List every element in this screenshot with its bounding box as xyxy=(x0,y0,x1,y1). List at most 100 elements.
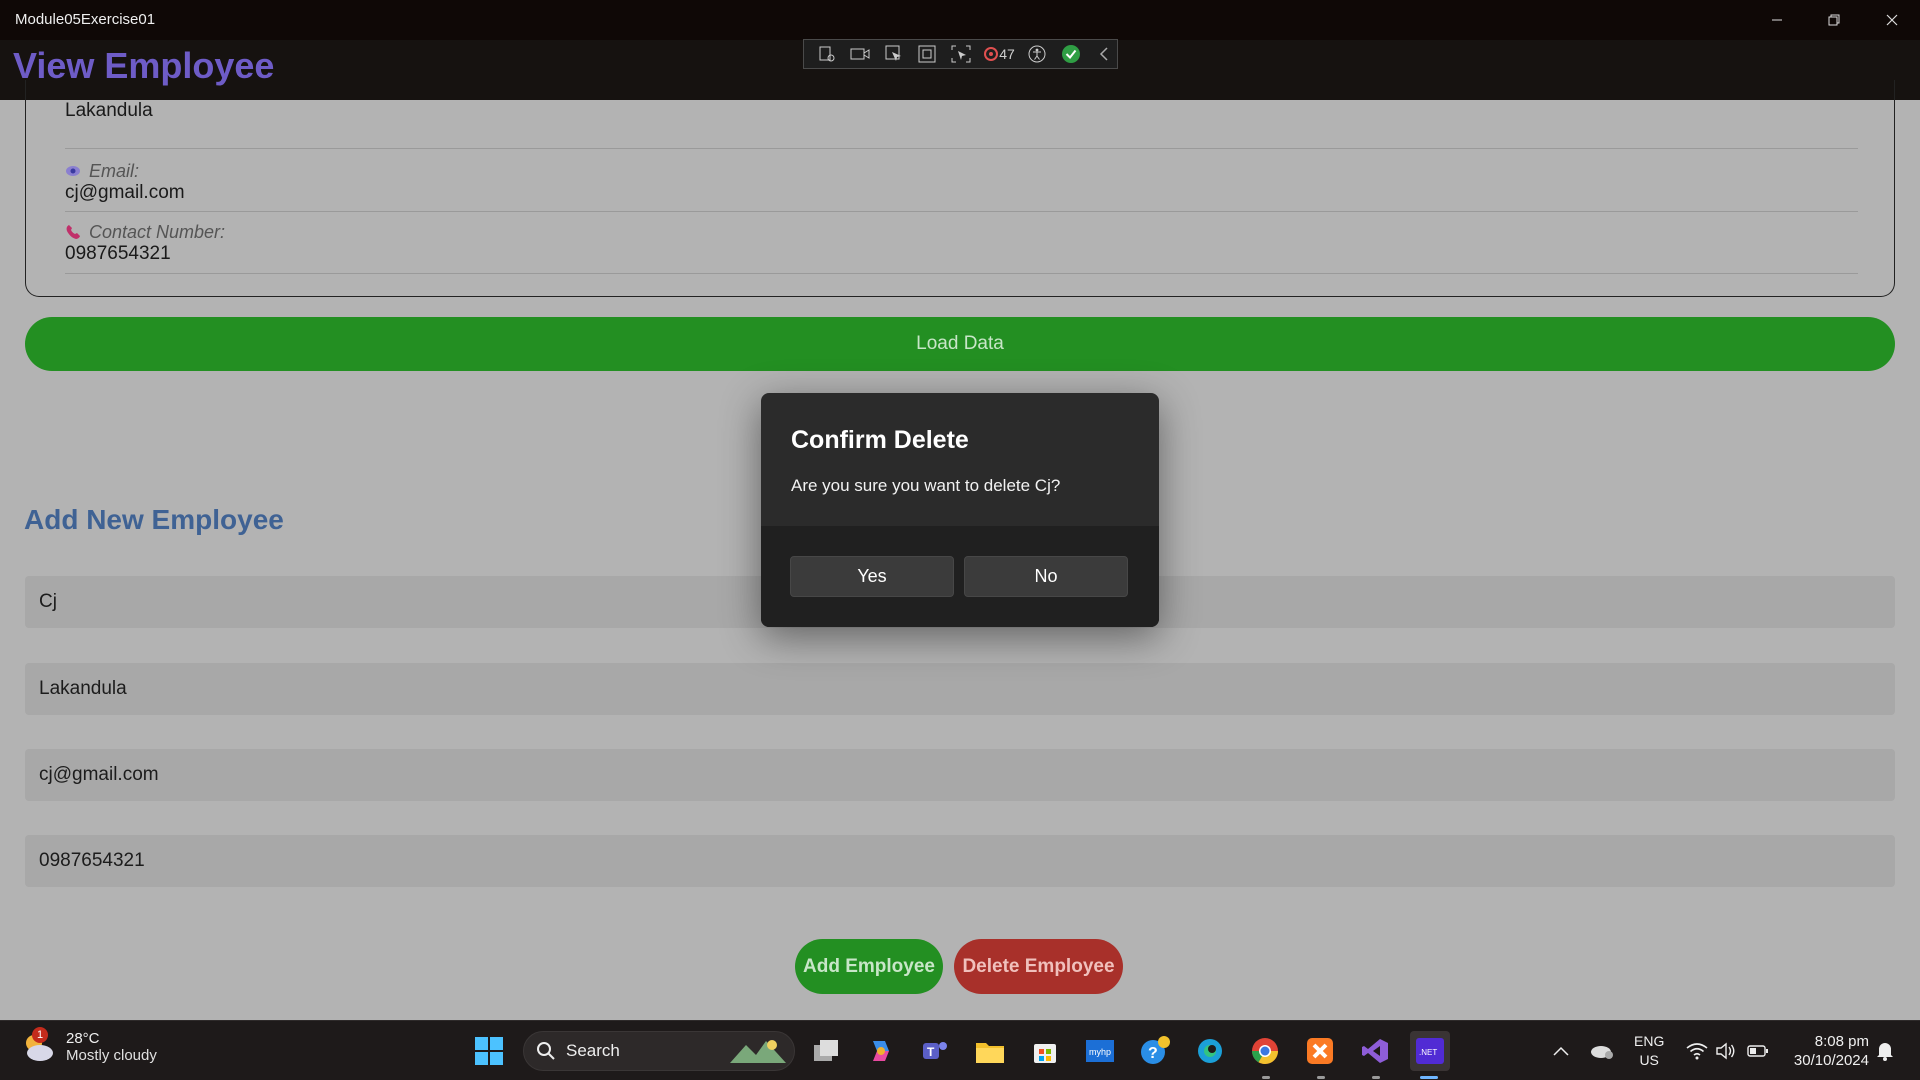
myhp-button[interactable]: myhp xyxy=(1080,1031,1120,1071)
binding-failures-count: 47 xyxy=(999,46,1015,62)
last-name-input[interactable]: Lakandula xyxy=(25,663,1895,715)
email-input[interactable]: cj@gmail.com xyxy=(25,749,1895,801)
check-ok-icon[interactable] xyxy=(1058,41,1083,67)
hot-reload-icon[interactable]: 47 xyxy=(981,41,1016,67)
last-name-value: Lakandula xyxy=(65,100,153,121)
clock[interactable]: 8:08 pm 30/10/2024 xyxy=(1781,1032,1869,1070)
delete-employee-button[interactable]: Delete Employee xyxy=(954,939,1123,994)
email-label-text: Email: xyxy=(89,160,140,181)
svg-text:?: ? xyxy=(1148,1045,1158,1062)
microsoft-store-button[interactable] xyxy=(1025,1031,1065,1071)
weather-widget[interactable]: 1 28°C Mostly cloudy xyxy=(20,1027,157,1065)
copilot-button[interactable] xyxy=(861,1031,901,1071)
battery-icon xyxy=(1747,1045,1768,1057)
restore-button[interactable] xyxy=(1805,0,1862,40)
help-icon: ? xyxy=(1141,1036,1170,1064)
live-visual-tree-icon[interactable] xyxy=(814,41,839,67)
task-view-button[interactable] xyxy=(806,1031,846,1071)
weather-badge: 1 xyxy=(32,1027,48,1043)
contact-number-input[interactable]: 0987654321 xyxy=(25,835,1895,887)
xampp-button[interactable] xyxy=(1300,1031,1340,1071)
select-element-icon[interactable] xyxy=(881,41,906,67)
last-name-row: Lakandula xyxy=(65,100,1858,149)
minimize-icon xyxy=(1771,19,1782,21)
email-icon xyxy=(66,166,80,176)
copilot-icon xyxy=(873,1041,889,1061)
cloud-icon xyxy=(1591,1046,1613,1059)
restore-icon xyxy=(1828,14,1839,26)
taskbar-search[interactable]: Search xyxy=(523,1031,795,1071)
email-value: cj@gmail.com xyxy=(65,182,185,203)
start-button[interactable] xyxy=(469,1031,509,1071)
add-employee-button[interactable]: Add Employee xyxy=(795,939,943,994)
dotnet-icon: .NET xyxy=(1416,1038,1444,1064)
dialog-footer: Yes No xyxy=(761,526,1159,627)
visual-studio-button[interactable] xyxy=(1355,1031,1395,1071)
xampp-running-indicator xyxy=(1317,1076,1325,1079)
teams-icon: T xyxy=(923,1042,947,1059)
yes-button[interactable]: Yes xyxy=(790,556,954,597)
bell-icon xyxy=(1877,1043,1893,1061)
edge-button[interactable] xyxy=(1190,1031,1230,1071)
email-label: Email: xyxy=(65,160,1858,182)
weather-temperature: 28°C xyxy=(66,1030,100,1047)
dotnet-app-button[interactable]: .NET xyxy=(1410,1031,1450,1071)
dotnet-active-indicator xyxy=(1420,1076,1438,1079)
store-icon xyxy=(1034,1044,1056,1063)
phone-icon xyxy=(66,225,80,239)
folder-icon xyxy=(976,1043,1004,1063)
track-focus-icon[interactable] xyxy=(948,41,973,67)
teams-button[interactable]: T xyxy=(915,1031,955,1071)
close-icon xyxy=(1886,14,1897,26)
svg-text:myhp: myhp xyxy=(1089,1047,1111,1057)
svg-text:T: T xyxy=(927,1045,935,1059)
volume-button[interactable] xyxy=(1716,1021,1736,1080)
window-titlebar: Module05Exercise01 xyxy=(0,0,1920,40)
svg-text:.NET: .NET xyxy=(1419,1048,1437,1057)
clock-time: 8:08 pm xyxy=(1814,1033,1869,1050)
load-data-button[interactable]: Load Data xyxy=(25,317,1895,371)
dialog-title: Confirm Delete xyxy=(791,426,969,454)
collapse-toolbar-icon[interactable] xyxy=(1092,41,1117,67)
email-row: Email: cj@gmail.com xyxy=(65,160,1858,212)
file-explorer-button[interactable] xyxy=(970,1031,1010,1071)
onedrive-button[interactable] xyxy=(1589,1021,1615,1080)
myhp-icon: myhp xyxy=(1086,1040,1114,1062)
contact-value: 0987654321 xyxy=(65,243,171,264)
wifi-icon xyxy=(1686,1043,1708,1060)
clock-date: 30/10/2024 xyxy=(1793,1052,1869,1069)
visual-studio-icon xyxy=(1362,1039,1388,1063)
show-hidden-icons-button[interactable] xyxy=(1553,1021,1569,1080)
dialog-message: Are you sure you want to delete Cj? xyxy=(791,476,1061,495)
weather-icon: 1 xyxy=(20,1027,56,1065)
language-indicator[interactable]: ENG US xyxy=(1634,1032,1664,1070)
window-title: Module05Exercise01 xyxy=(15,11,156,28)
taskbar: 1 28°C Mostly cloudy Search T myhp ? .NE… xyxy=(0,1020,1920,1080)
battery-button[interactable] xyxy=(1747,1021,1769,1080)
chevron-up-icon xyxy=(1553,1046,1569,1056)
chrome-icon xyxy=(1251,1038,1279,1065)
minimize-button[interactable] xyxy=(1748,0,1805,40)
search-highlight-icon xyxy=(730,1040,786,1063)
edge-icon xyxy=(1198,1039,1222,1063)
debug-toolbar: 47 xyxy=(803,39,1118,69)
help-button[interactable]: ? xyxy=(1135,1031,1175,1071)
chrome-button[interactable] xyxy=(1245,1031,1285,1071)
accessibility-icon[interactable] xyxy=(1025,41,1050,67)
chrome-running-indicator xyxy=(1262,1076,1270,1079)
employee-card: Lakandula Email: cj@gmail.com Contact Nu… xyxy=(25,80,1895,297)
confirm-delete-dialog: Confirm Delete Are you sure you want to … xyxy=(761,393,1159,627)
contact-label-text: Contact Number: xyxy=(89,221,226,242)
no-button[interactable]: No xyxy=(964,556,1128,597)
display-layout-adorners-icon[interactable] xyxy=(914,41,939,67)
weather-description: Mostly cloudy xyxy=(66,1047,157,1064)
record-icon[interactable] xyxy=(847,41,872,67)
close-button[interactable] xyxy=(1863,0,1920,40)
vs-running-indicator xyxy=(1372,1076,1380,1079)
language-code: ENG xyxy=(1634,1033,1665,1049)
keyboard-layout: US xyxy=(1639,1052,1659,1068)
search-icon xyxy=(537,1042,555,1060)
notifications-button[interactable] xyxy=(1876,1021,1894,1080)
wifi-button[interactable] xyxy=(1686,1021,1708,1080)
contact-row: Contact Number: 0987654321 xyxy=(65,221,1858,274)
